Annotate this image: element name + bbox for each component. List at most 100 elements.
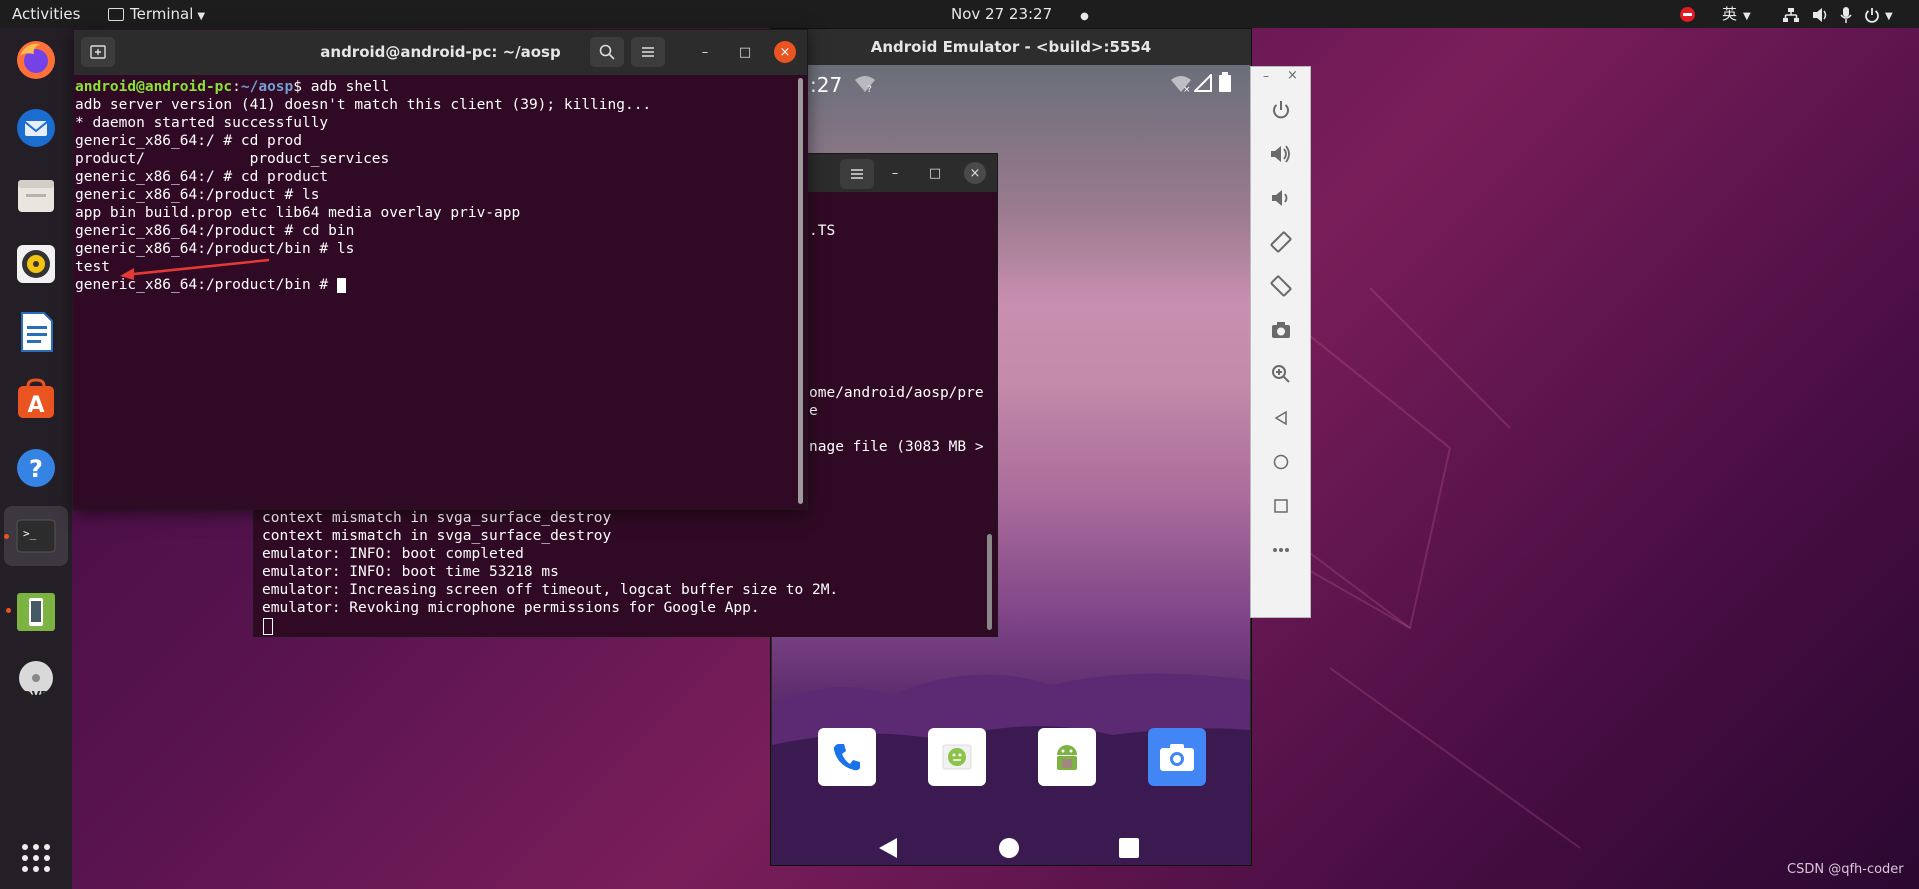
- maximize-button[interactable]: □: [734, 41, 756, 63]
- software-center-icon[interactable]: A: [14, 378, 58, 422]
- terminal-window[interactable]: android@android-pc: ~/aosp – □ × android…: [73, 29, 808, 510]
- terminal-output-line: ome/android/aosp/pre: [809, 385, 984, 401]
- red-arrow-annotation: [120, 258, 270, 280]
- chevron-down-icon: ▼: [197, 11, 206, 22]
- more-options-icon[interactable]: [1266, 535, 1296, 565]
- libreoffice-writer-icon[interactable]: [14, 310, 58, 354]
- battery-icon: [1219, 72, 1231, 96]
- terminal-output-line: app bin build.prop etc lib64 media overl…: [75, 205, 521, 221]
- recents-nav-icon[interactable]: [1119, 838, 1139, 862]
- help-icon[interactable]: ?: [14, 446, 58, 490]
- terminal-output-line: emulator: Increasing screen off timeout,…: [262, 582, 839, 598]
- power-menu[interactable]: ▼: [1864, 0, 1893, 28]
- signal-icon: [1192, 72, 1212, 96]
- running-indicator-2: [6, 608, 11, 613]
- first-command: $ adb shell: [293, 79, 390, 95]
- scrollbar[interactable]: [987, 534, 992, 630]
- prompt-user: android@android-pc: [75, 79, 233, 95]
- close-icon[interactable]: ×: [1287, 68, 1298, 83]
- wallpaper-decoration: [1250, 287, 1581, 849]
- terminal-output-line: context mismatch in svga_surface_destroy: [262, 510, 612, 526]
- datetime-label: Nov 27 23:27: [951, 5, 1053, 23]
- minimize-icon[interactable]: –: [1263, 69, 1269, 83]
- terminal-prompt-line: android@android-pc:~/aosp$ adb shell: [75, 79, 390, 95]
- chevron-down-icon: ▼: [1885, 11, 1893, 22]
- terminal-output-line: product/ product_services: [75, 151, 390, 167]
- svg-text:>_: >_: [23, 527, 37, 540]
- clock[interactable]: Nov 27 23:27 ●: [951, 0, 1089, 28]
- back-icon[interactable]: [1266, 403, 1296, 433]
- terminal-output-line: generic_x86_64:/product # cd bin: [75, 223, 355, 239]
- android-emulator-icon[interactable]: [14, 590, 58, 634]
- network-icon[interactable]: [1782, 0, 1800, 28]
- terminal-cursor: [336, 277, 346, 293]
- home-nav-icon[interactable]: [998, 837, 1020, 863]
- power-icon[interactable]: [1266, 95, 1296, 125]
- camera-app-icon[interactable]: [1148, 728, 1206, 786]
- terminal-output-line: * daemon started successfully: [75, 115, 329, 131]
- terminal-output-line: emulator: INFO: boot time 53218 ms: [262, 564, 559, 580]
- terminal-titlebar[interactable]: android@android-pc: ~/aosp – □ ×: [74, 30, 807, 75]
- watermark: CSDN @qfh-coder: [1787, 862, 1904, 877]
- svg-text:DVD: DVD: [23, 689, 50, 702]
- search-button[interactable]: [590, 37, 624, 67]
- terminal-icon[interactable]: >_: [14, 514, 58, 558]
- activities-button[interactable]: Activities: [12, 0, 80, 28]
- microphone-icon[interactable]: [1840, 0, 1852, 28]
- terminal-cursor: [263, 618, 273, 635]
- terminal-output-line: nage file (3083 MB >: [809, 439, 984, 455]
- terminal-output-line: adb server version (41) doesn't match th…: [75, 97, 652, 113]
- phone-app-icon[interactable]: [818, 728, 876, 786]
- svg-text:×: ×: [1183, 85, 1191, 93]
- chevron-down-icon: ▼: [1743, 11, 1751, 22]
- zoom-icon[interactable]: [1266, 359, 1296, 389]
- terminal-output-line: generic_x86_64:/ # cd product: [75, 169, 329, 185]
- notification-dot-icon: ●: [1080, 11, 1089, 22]
- terminal-output-line: test: [75, 259, 110, 275]
- emulator-titlebar[interactable]: Android Emulator - <build>:5554: [771, 29, 1251, 65]
- volume-icon[interactable]: [1812, 0, 1830, 28]
- firefox-icon[interactable]: [14, 38, 58, 82]
- thunderbird-icon[interactable]: [14, 106, 58, 150]
- screenshot-icon[interactable]: [1266, 315, 1296, 345]
- input-method-label: 英: [1722, 5, 1738, 23]
- status-time: :27: [810, 73, 843, 97]
- svg-text:?: ?: [867, 85, 872, 93]
- rotate-right-icon[interactable]: [1266, 271, 1296, 301]
- volume-down-icon[interactable]: [1266, 183, 1296, 213]
- android-app-icon[interactable]: [1038, 728, 1096, 786]
- dvd-icon[interactable]: DVD: [14, 658, 58, 702]
- emulator-title: Android Emulator - <build>:5554: [870, 38, 1152, 56]
- do-not-disturb-icon[interactable]: [1680, 0, 1695, 28]
- messaging-app-icon[interactable]: [928, 728, 986, 786]
- top-bar: Activities Terminal ▼ Nov 27 23:27 ● 英 ▼ ▼: [0, 0, 1919, 28]
- app-menu[interactable]: Terminal ▼: [108, 0, 205, 28]
- terminal-output-line: generic_x86_64:/product # ls: [75, 187, 320, 203]
- home-icon[interactable]: [1266, 447, 1296, 477]
- input-method-indicator[interactable]: 英 ▼: [1722, 0, 1751, 28]
- app-menu-label: Terminal: [130, 5, 194, 23]
- terminal-output-line: .TS: [809, 223, 836, 239]
- minimize-button[interactable]: –: [694, 41, 716, 63]
- rotate-left-icon[interactable]: [1266, 227, 1296, 257]
- show-applications-icon[interactable]: [14, 836, 58, 880]
- close-icon[interactable]: ×: [964, 162, 986, 184]
- terminal-output-line: generic_x86_64:/ # cd prod: [75, 133, 302, 149]
- volume-up-icon[interactable]: [1266, 139, 1296, 169]
- maximize-icon[interactable]: □: [924, 162, 946, 184]
- minimize-icon[interactable]: –: [884, 162, 906, 184]
- terminal-output-line: emulator: Revoking microphone permission…: [262, 600, 760, 616]
- wifi-off-icon: ×: [1170, 75, 1192, 97]
- scrollbar[interactable]: [798, 78, 803, 504]
- files-icon[interactable]: [14, 174, 58, 218]
- hamburger-menu-button[interactable]: [631, 37, 665, 67]
- rhythmbox-icon[interactable]: [14, 242, 58, 286]
- hamburger-menu-icon[interactable]: [840, 159, 874, 189]
- close-button[interactable]: ×: [774, 41, 796, 63]
- wifi-question-icon: ?: [854, 75, 876, 97]
- terminal-small-icon: [108, 8, 124, 21]
- back-nav-icon[interactable]: [877, 836, 899, 864]
- overview-icon[interactable]: [1266, 491, 1296, 521]
- dock: A ? >_ DVD: [0, 28, 72, 889]
- running-indicator: [4, 534, 9, 539]
